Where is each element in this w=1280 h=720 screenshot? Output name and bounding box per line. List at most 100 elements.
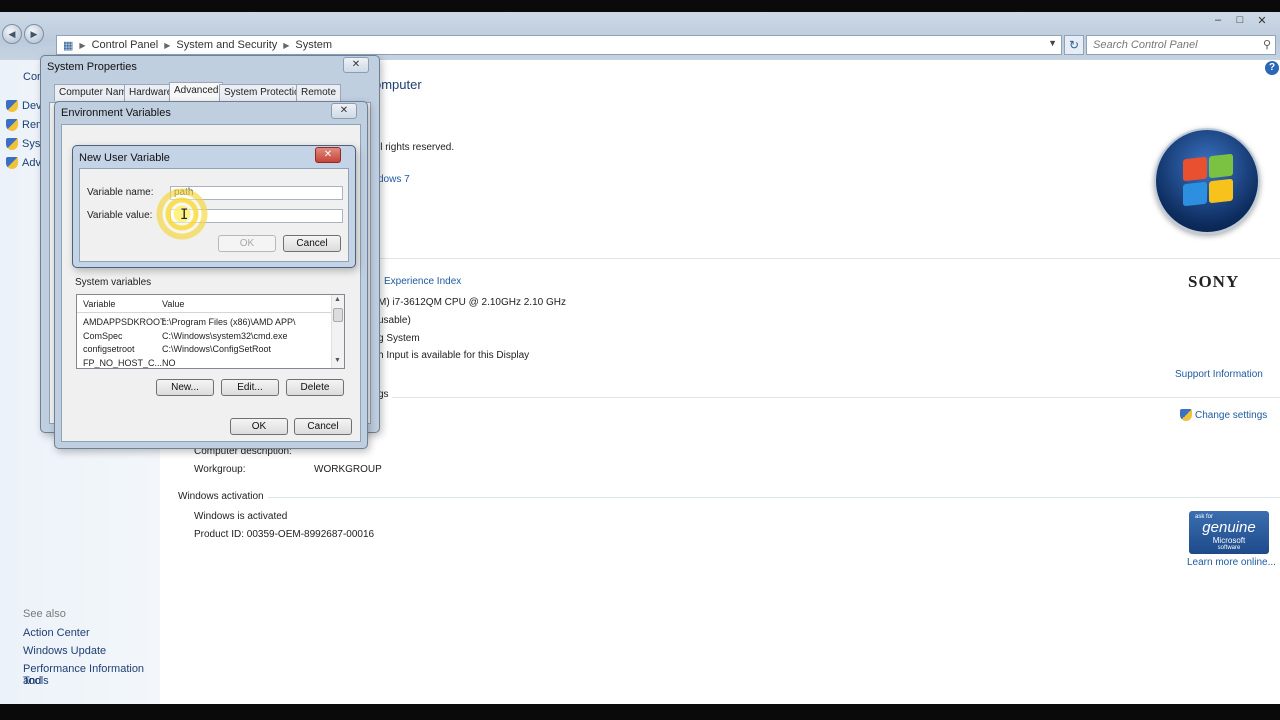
section-divider xyxy=(392,397,1280,398)
shield-icon xyxy=(6,138,18,150)
back-icon[interactable]: ◀ xyxy=(2,24,22,44)
workgroup-label: Workgroup: xyxy=(194,464,246,475)
address-bar[interactable]: ▦ ▶ Control Panel ▶ System and Security … xyxy=(56,35,1062,55)
service-pack-link[interactable]: dows 7 xyxy=(378,174,410,185)
search-icon[interactable]: ⚲ xyxy=(1263,36,1271,54)
breadcrumb-system[interactable]: System xyxy=(295,39,332,51)
list-header: Variable Value xyxy=(77,295,331,313)
help-icon[interactable]: ? xyxy=(1265,61,1279,75)
variable-value-label: Variable value: xyxy=(87,210,153,221)
shield-icon xyxy=(6,157,18,169)
breadcrumb-separator-icon: ▶ xyxy=(79,40,86,50)
workgroup-value: WORKGROUP xyxy=(314,464,382,475)
maximize-icon[interactable]: □ xyxy=(1232,14,1248,27)
shield-icon xyxy=(6,100,18,112)
row-variable: AMDAPPSDKROOT xyxy=(83,317,166,327)
screen-bottom-bar xyxy=(0,704,1280,720)
scroll-down-icon[interactable]: ▼ xyxy=(334,357,341,364)
new-system-variable-button[interactable]: New... xyxy=(156,379,214,396)
processor-value: M) i7-3612QM CPU @ 2.10GHz 2.10 GHz xyxy=(378,297,566,308)
list-scrollbar[interactable]: ▲ ▼ xyxy=(331,295,344,368)
tab-remote[interactable]: Remote xyxy=(296,84,342,101)
delete-system-variable-button[interactable]: Delete xyxy=(286,379,344,396)
screen-top-bar xyxy=(0,0,1280,12)
breadcrumb-control-panel[interactable]: Control Panel xyxy=(92,39,159,51)
oem-brand-logo: SONY xyxy=(1188,272,1240,291)
env-cancel-button[interactable]: Cancel xyxy=(294,418,352,435)
text-cursor-icon: I xyxy=(180,207,189,223)
env-ok-button[interactable]: OK xyxy=(230,418,288,435)
table-row[interactable]: ComSpec C:\Windows\system32\cmd.exe xyxy=(77,329,331,343)
window-controls: – □ ✕ xyxy=(1210,14,1270,27)
support-information-link[interactable]: Support Information xyxy=(1175,369,1263,380)
row-variable: configsetroot xyxy=(83,344,135,354)
flag-yellow-pane xyxy=(1209,178,1233,204)
system-type-value: g System xyxy=(378,333,420,344)
table-row[interactable]: FP_NO_HOST_C... NO xyxy=(77,356,331,368)
variable-name-label: Variable name: xyxy=(87,187,154,198)
scroll-up-icon[interactable]: ▲ xyxy=(334,296,341,303)
minimize-icon[interactable]: – xyxy=(1210,14,1226,27)
row-value: c:\Program Files (x86)\AMD APP\ xyxy=(162,317,296,327)
copyright-text: ll rights reserved. xyxy=(378,142,455,153)
table-row[interactable]: configsetroot C:\Windows\ConfigSetRoot xyxy=(77,342,331,356)
search-input[interactable]: Search Control Panel ⚲ xyxy=(1086,35,1276,55)
activation-heading: Windows activation xyxy=(178,491,264,502)
flag-red-pane xyxy=(1183,156,1207,182)
see-also-heading: See also xyxy=(23,608,66,620)
breadcrumb-separator-icon: ▶ xyxy=(164,40,171,50)
new-var-cancel-button[interactable]: Cancel xyxy=(283,235,341,252)
column-header-value[interactable]: Value xyxy=(162,299,184,309)
dialog-title: Environment Variables xyxy=(61,107,171,119)
see-also-action-center[interactable]: Action Center xyxy=(23,627,90,639)
dialog-title: New User Variable xyxy=(79,152,170,164)
refresh-icon[interactable]: ↻ xyxy=(1064,35,1084,55)
tab-advanced[interactable]: Advanced xyxy=(169,82,224,102)
edit-system-variable-button[interactable]: Edit... xyxy=(221,379,279,396)
change-settings-label: Change settings xyxy=(1195,409,1268,421)
row-value: C:\Windows\system32\cmd.exe xyxy=(162,331,288,341)
ram-value: usable) xyxy=(378,315,411,326)
flag-blue-pane xyxy=(1183,181,1207,207)
close-icon[interactable]: ✕ xyxy=(315,147,341,163)
system-variables-list[interactable]: Variable Value AMDAPPSDKROOT c:\Program … xyxy=(76,294,345,369)
breadcrumb-system-and-security[interactable]: System and Security xyxy=(176,39,277,51)
row-variable: ComSpec xyxy=(83,331,123,341)
close-icon[interactable]: ✕ xyxy=(331,103,357,119)
sidebar-item-label: Adv xyxy=(22,157,41,169)
learn-more-link[interactable]: Learn more online... xyxy=(1187,557,1276,568)
table-row[interactable]: AMDAPPSDKROOT c:\Program Files (x86)\AMD… xyxy=(77,315,331,329)
pen-touch-value: h Input is available for this Display xyxy=(378,350,530,361)
system-variables-label: System variables xyxy=(75,277,152,288)
close-icon[interactable]: ✕ xyxy=(343,57,369,73)
windows-logo-icon xyxy=(1154,128,1260,234)
genuine-word: genuine xyxy=(1202,519,1256,536)
change-settings-link[interactable]: Change settings xyxy=(1180,409,1267,421)
scroll-thumb[interactable] xyxy=(333,308,343,322)
experience-index-link[interactable]: Experience Index xyxy=(384,276,461,287)
sidebar-item-device-manager[interactable]: Devi xyxy=(6,100,44,112)
product-id: Product ID: 00359-OEM-8992687-00016 xyxy=(194,529,375,540)
see-also-performance-tools[interactable]: Tools xyxy=(23,675,49,687)
see-also-windows-update[interactable]: Windows Update xyxy=(23,645,106,657)
address-dropdown-icon[interactable]: ▼ xyxy=(1048,38,1057,48)
shield-icon xyxy=(6,119,18,131)
row-value: NO xyxy=(162,358,176,368)
genuine-microsoft: Microsoft xyxy=(1212,536,1246,545)
sidebar-item-advanced-settings[interactable]: Adv xyxy=(6,157,41,169)
sidebar-item-system-protection[interactable]: Syst xyxy=(6,138,43,150)
row-value: C:\Windows\ConfigSetRoot xyxy=(162,344,272,354)
section-divider xyxy=(268,497,1280,498)
breadcrumb-separator-icon: ▶ xyxy=(283,40,290,50)
forward-icon[interactable]: ▶ xyxy=(24,24,44,44)
page-title: omputer xyxy=(374,77,422,92)
row-variable: FP_NO_HOST_C... xyxy=(83,358,163,368)
activation-status: Windows is activated xyxy=(194,511,288,522)
search-placeholder: Search Control Panel xyxy=(1093,39,1198,51)
control-panel-icon: ▦ xyxy=(63,39,74,52)
new-var-ok-button[interactable]: OK xyxy=(218,235,276,252)
flag-green-pane xyxy=(1209,153,1233,179)
genuine-microsoft-badge: ask for genuine Microsoft software xyxy=(1189,511,1269,554)
column-header-variable[interactable]: Variable xyxy=(83,299,115,309)
close-icon[interactable]: ✕ xyxy=(1254,14,1270,27)
